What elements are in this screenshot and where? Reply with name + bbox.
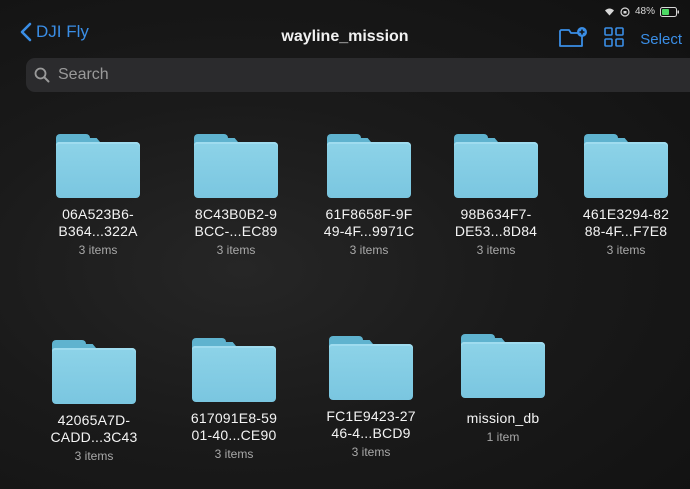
folder-icon bbox=[192, 338, 276, 402]
folder-item-count: 3 items bbox=[351, 445, 391, 459]
folder-item-count: 3 items bbox=[349, 243, 389, 257]
folder-item-count: 3 items bbox=[214, 447, 254, 461]
folder-icon bbox=[454, 134, 538, 198]
folder-name: 61F8658F-9F 49-4F...9971C bbox=[323, 206, 415, 239]
folder-item[interactable]: 617091E8-59 01-40...CE90 3 items bbox=[174, 338, 294, 461]
folder-item[interactable]: 61F8658F-9F 49-4F...9971C 3 items bbox=[309, 134, 429, 257]
folder-name: 42065A7D- CADD...3C43 bbox=[50, 412, 138, 445]
folder-item-count: 3 items bbox=[216, 243, 256, 257]
folder-item-count: 3 items bbox=[78, 243, 118, 257]
folder-icon bbox=[194, 134, 278, 198]
folder-item[interactable]: mission_db 1 item bbox=[443, 334, 563, 444]
folder-grid: 06A523B6- B364...322A 3 items 8C43B0B2-9 B… bbox=[0, 0, 690, 489]
folder-icon bbox=[52, 340, 136, 404]
folder-name: 461E3294-82 88-4F...F7E8 bbox=[582, 206, 670, 239]
folder-name: 617091E8-59 01-40...CE90 bbox=[190, 410, 278, 443]
folder-icon bbox=[461, 334, 545, 398]
folder-icon bbox=[584, 134, 668, 198]
folder-name: 8C43B0B2-9 BCC-...EC89 bbox=[194, 206, 278, 239]
folder-item[interactable]: 42065A7D- CADD...3C43 3 items bbox=[34, 340, 154, 463]
folder-name: 06A523B6- B364...322A bbox=[58, 206, 138, 239]
folder-name: 98B634F7- DE53...8D84 bbox=[454, 206, 538, 239]
folder-item[interactable]: 8C43B0B2-9 BCC-...EC89 3 items bbox=[176, 134, 296, 257]
folder-name: FC1E9423-27 46-4...BCD9 bbox=[326, 408, 416, 441]
folder-item-count: 3 items bbox=[74, 449, 114, 463]
folder-icon bbox=[329, 336, 413, 400]
folder-item[interactable]: 06A523B6- B364...322A 3 items bbox=[38, 134, 158, 257]
folder-item[interactable]: FC1E9423-27 46-4...BCD9 3 items bbox=[311, 336, 431, 459]
folder-item[interactable]: 461E3294-82 88-4F...F7E8 3 items bbox=[566, 134, 686, 257]
folder-icon bbox=[327, 134, 411, 198]
folder-item-count: 1 item bbox=[486, 430, 520, 444]
folder-name: mission_db bbox=[466, 410, 540, 426]
folder-item-count: 3 items bbox=[476, 243, 516, 257]
folder-item[interactable]: 98B634F7- DE53...8D84 3 items bbox=[436, 134, 556, 257]
folder-icon bbox=[56, 134, 140, 198]
folder-item-count: 3 items bbox=[606, 243, 646, 257]
files-screen: 48% DJI Fly wayline_mission Select Searc… bbox=[0, 0, 690, 489]
